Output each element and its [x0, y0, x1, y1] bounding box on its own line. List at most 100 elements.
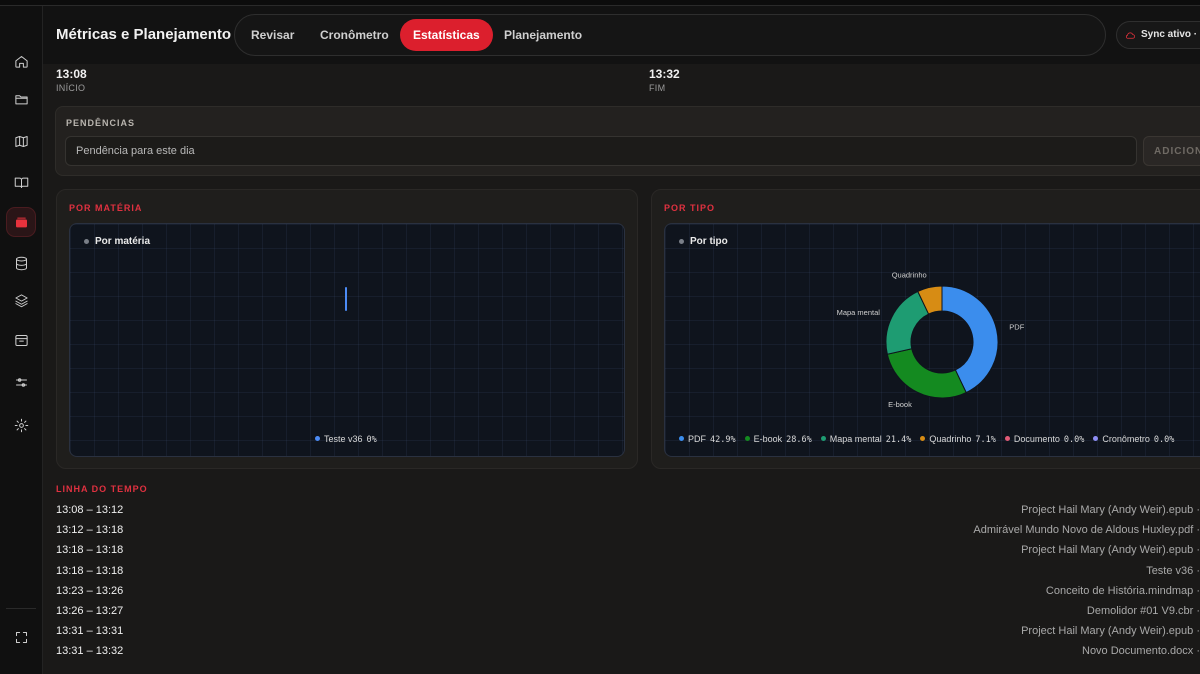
sidebar [0, 6, 43, 674]
slice-label: PDF [1009, 323, 1024, 332]
sync-status-label: Sync ativo · a [1141, 29, 1200, 40]
timeline-time: 13:12 – 13:18 [56, 524, 124, 537]
legend-percent: 42.9% [710, 435, 736, 445]
timeline-row[interactable]: 13:31 – 13:32 Novo Documento.docx · [56, 645, 1200, 665]
sliders-icon [15, 377, 27, 387]
timeline-row[interactable]: 13:18 – 13:18 Teste v36 · [56, 564, 1200, 585]
legend-item: PDF 42.9% [679, 434, 736, 445]
legend-percent: 21.4% [885, 435, 912, 445]
legend-percent: 0% [366, 435, 377, 445]
slice-e-book [886, 348, 967, 399]
sidebar-item-archive[interactable] [7, 326, 35, 354]
legend-item: Mapa mental 21.4% [820, 434, 912, 445]
folder-icon [14, 94, 28, 104]
por-materia-label: POR MATÉRIA [69, 203, 143, 213]
tab-planejamento[interactable]: Planejamento [491, 19, 595, 51]
timeline-file: Project Hail Mary (Andy Weir).epub · [1021, 544, 1200, 557]
sidebar-item-database[interactable] [7, 249, 35, 277]
timeline-time: 13:23 – 13:26 [56, 584, 124, 597]
legend-swatch [820, 436, 826, 441]
legend-label: Quadrinho [929, 434, 972, 444]
timeline-row[interactable]: 13:08 – 13:12 Project Hail Mary (Andy Wei… [56, 504, 1200, 524]
timeline-file: Conceito de História.mindmap · [1045, 584, 1200, 597]
pendencia-input[interactable] [65, 136, 1137, 166]
legend-label: Documento [1013, 434, 1060, 444]
timeline-row[interactable]: 13:12 – 13:18 Admirável Mundo Novo de Ald… [56, 524, 1200, 544]
legend-item: Quadrinho 7.1% [920, 434, 996, 445]
slice-label: Quadrinho [892, 271, 927, 280]
legend-percent: 7.1% [975, 435, 996, 445]
timeline-file: Teste v36 · [1146, 564, 1200, 577]
sidebar-item-folder[interactable] [7, 85, 35, 113]
sidebar-item-home[interactable] [7, 47, 35, 75]
sidebar-item-statistics[interactable] [7, 208, 35, 236]
legend-percent: 0.0% [1153, 435, 1175, 445]
tab-cronometro[interactable]: Cronômetro [307, 19, 402, 51]
timeline-time: 13:31 – 13:32 [56, 645, 124, 658]
timeline-row[interactable]: 13:31 – 13:31 Project Hail Mary (Andy Wei… [56, 625, 1200, 645]
fullscreen-icon [15, 631, 27, 643]
tab-estatisticas[interactable]: Estatísticas [400, 19, 493, 51]
por-tipo-chart: Por tipo PDF E-book Mapa mental Quadrinho P… [664, 223, 1200, 457]
legend-swatch [315, 436, 320, 441]
por-materia-chart: Por matéria Teste v36 0% [69, 223, 625, 457]
timeline-time: 13:18 – 13:18 [56, 564, 124, 577]
statistics-panel: 13:08 INÍCIO 13:32 FIM PENDÊNCIAS ADICIO… [43, 64, 1200, 674]
legend-swatch [679, 436, 684, 441]
sidebar-item-library[interactable] [7, 168, 35, 196]
pendencias-section: PENDÊNCIAS ADICIONAR [55, 106, 1200, 176]
legend-swatch [920, 436, 926, 441]
cloud-icon [1125, 32, 1135, 39]
tab-revisar[interactable]: Revisar [238, 19, 307, 51]
legend-swatch [744, 436, 750, 441]
sidebar-divider [6, 608, 36, 609]
session-start-label: INÍCIO [56, 83, 86, 93]
archive-icon [14, 334, 28, 346]
por-materia-plot [345, 287, 347, 311]
slice-label: E-book [888, 400, 912, 409]
legend-item: Documento 0.0% [1004, 434, 1085, 445]
session-end-label: FIM [649, 83, 666, 93]
timeline-file: Demolidor #01 V9.cbr · [1086, 605, 1200, 617]
timeline-file: Novo Documento.docx · [1082, 645, 1200, 658]
timeline-time: 13:08 – 13:12 [56, 504, 124, 516]
sync-status-button[interactable]: Sync ativo · a [1116, 21, 1200, 49]
por-tipo-legend: PDF 42.9% E-book 28.6% Mapa mental 21.4% Quadr… [679, 434, 1183, 445]
layers-icon [14, 293, 28, 307]
timeline-file: Project Hail Mary (Andy Weir).epub · [1021, 504, 1200, 516]
sidebar-item-map[interactable] [7, 127, 35, 155]
por-tipo-label: POR TIPO [664, 203, 716, 213]
bar-teste-v36 [345, 287, 347, 311]
timeline-time: 13:31 – 13:31 [56, 625, 124, 638]
timeline-row[interactable]: 13:26 – 13:27 Demolidor #01 V9.cbr · [56, 605, 1200, 625]
book-open-icon [14, 177, 28, 188]
legend-swatch [1093, 436, 1099, 441]
session-start-time: 13:08 [56, 67, 87, 81]
legend-label: E-book [753, 434, 783, 444]
por-tipo-card: POR TIPO Por tipo PDF E-book Mapa mental Qu… [651, 189, 1200, 469]
sidebar-item-layers[interactable] [7, 286, 35, 314]
slice-label: Mapa mental [837, 308, 881, 317]
timeline-row[interactable]: 13:23 – 13:26 Conceito de História.mindma… [56, 584, 1200, 605]
por-materia-card: POR MATÉRIA Por matéria Teste v36 0% [56, 189, 638, 469]
legend-percent: 28.6% [786, 435, 812, 445]
database-icon [15, 256, 27, 270]
legend-label: Cronômetro [1102, 434, 1150, 444]
timeline-row[interactable]: 13:18 – 13:18 Project Hail Mary (Andy Wei… [56, 544, 1200, 564]
legend-label: Teste v36 [324, 434, 363, 444]
page-title: Métricas e Planejamento [56, 26, 232, 43]
timeline-time: 13:18 – 13:18 [56, 544, 124, 557]
legend-item: E-book 28.6% [744, 434, 812, 445]
por-tipo-plot: PDF E-book Mapa mental Quadrinho [837, 271, 1025, 409]
timeline-file: Admirável Mundo Novo de Aldous Huxley.pd… [973, 524, 1200, 537]
add-pendencia-button[interactable]: ADICIONAR [1143, 136, 1200, 166]
legend-percent: 0.0% [1063, 435, 1085, 445]
map-icon [14, 135, 28, 147]
sidebar-item-adjustments[interactable] [7, 368, 35, 396]
sidebar-item-fullscreen[interactable] [7, 623, 35, 651]
legend-item: Teste v36 0% [315, 434, 377, 445]
legend-label: PDF [688, 434, 706, 444]
sidebar-item-settings[interactable] [7, 411, 35, 439]
app-header: Métricas e Planejamento Revisar Cronômet… [43, 6, 1200, 64]
legend-swatch [1004, 436, 1010, 441]
